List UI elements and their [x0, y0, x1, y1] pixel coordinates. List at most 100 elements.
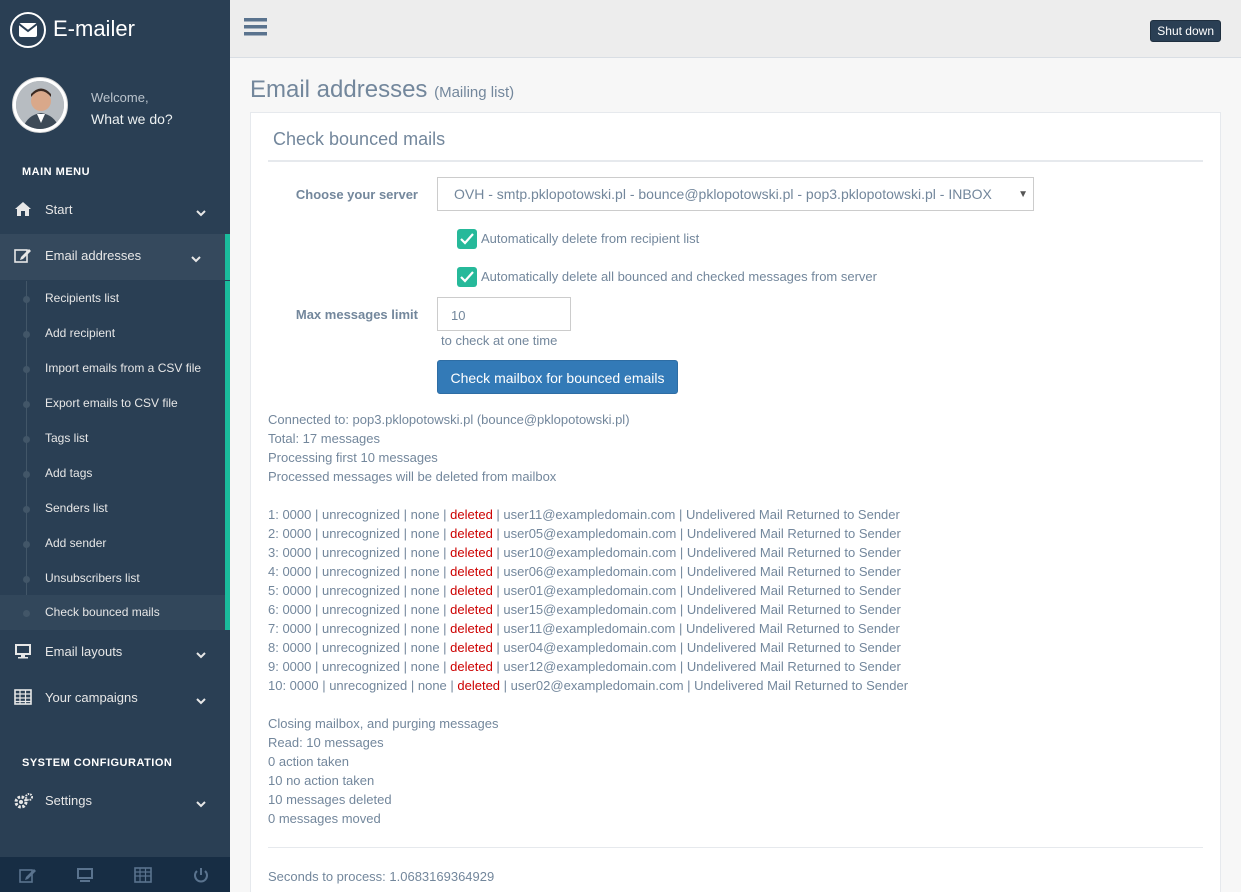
log-row: 3: 0000 | unrecognized | none | deleted … — [268, 543, 908, 562]
system-config-title: SYSTEM CONFIGURATION — [22, 757, 173, 769]
log-row: 4: 0000 | unrecognized | none | deleted … — [268, 562, 908, 581]
log-row: 9: 0000 | unrecognized | none | deleted … — [268, 657, 908, 676]
table-icon — [14, 689, 34, 707]
profile-name: What we do? — [91, 111, 173, 127]
log-row-pre: 2: 0000 | unrecognized | none | — [268, 526, 451, 541]
log-row-post: | user04@exampledomain.com | Undelivered… — [492, 640, 901, 655]
log-row-status: deleted — [450, 640, 493, 655]
edit-icon — [14, 247, 34, 265]
sidebar-item-start[interactable]: Start — [0, 188, 230, 234]
log-row-status: deleted — [450, 621, 493, 636]
log-row-post: | user01@exampledomain.com | Undelivered… — [492, 583, 901, 598]
bullet-icon — [23, 366, 30, 373]
log-row-post: | user11@exampledomain.com | Undelivered… — [492, 507, 900, 522]
server-label: Choose your server — [295, 187, 418, 202]
desktop-icon — [14, 643, 34, 661]
sidebar-item-your-campaigns[interactable]: Your campaigns — [0, 676, 230, 722]
bullet-icon — [23, 471, 30, 478]
log-row-status: deleted — [450, 564, 493, 579]
log-line: Processed messages will be deleted from … — [268, 469, 557, 484]
log-row: 2: 0000 | unrecognized | none | deleted … — [268, 524, 908, 543]
bullet-icon — [23, 296, 30, 303]
envelope-icon — [10, 12, 46, 48]
log-row-pre: 8: 0000 | unrecognized | none | — [268, 640, 451, 655]
log-row-post: | user15@exampledomain.com | Undelivered… — [492, 602, 901, 617]
process-time: Seconds to process: 1.0683169364929 — [268, 869, 495, 884]
page-subtitle: (Mailing list) — [434, 84, 515, 101]
sidebar-item-label: Email addresses — [45, 248, 142, 263]
app-title: E-mailer — [53, 16, 135, 41]
log-divider — [268, 847, 1203, 848]
panel-divider — [268, 160, 1203, 162]
home-icon — [14, 201, 34, 219]
chevron-down-icon — [196, 205, 206, 220]
chevron-down-icon — [196, 647, 206, 662]
check-mailbox-button[interactable]: Check mailbox for bounced emails — [437, 360, 678, 394]
bullet-icon — [23, 506, 30, 513]
log-row-pre: 9: 0000 | unrecognized | none | — [268, 659, 451, 674]
submenu-item-tags-list[interactable]: Tags list — [0, 421, 225, 456]
main-content: Email addresses (Mailing list) Check bou… — [230, 58, 1241, 892]
edit-icon[interactable] — [19, 867, 39, 883]
submenu-label: Check bounced mails — [45, 605, 160, 619]
server-select-value: OVH - smtp.pklopotowski.pl - bounce@pklo… — [454, 186, 992, 202]
log-row: 8: 0000 | unrecognized | none | deleted … — [268, 638, 908, 657]
sidebar-item-email-layouts[interactable]: Email layouts — [0, 630, 230, 676]
submenu-item-export-csv[interactable]: Export emails to CSV file — [0, 386, 225, 421]
submenu-label: Add sender — [45, 536, 107, 550]
server-select[interactable]: OVH - smtp.pklopotowski.pl - bounce@pklo… — [437, 177, 1034, 211]
log-row-pre: 6: 0000 | unrecognized | none | — [268, 602, 451, 617]
menu-toggle-icon[interactable] — [244, 16, 268, 40]
chevron-down-icon — [196, 796, 206, 811]
log-row-pre: 3: 0000 | unrecognized | none | — [268, 545, 451, 560]
max-messages-input[interactable]: 10 — [437, 297, 571, 331]
log-row-pre: 4: 0000 | unrecognized | none | — [268, 564, 451, 579]
submenu-label: Add recipient — [45, 326, 116, 340]
log-row-status: deleted — [450, 526, 493, 541]
submenu-label: Recipients list — [45, 291, 120, 305]
log-row-status: deleted — [450, 602, 493, 617]
sidebar-item-label: Start — [45, 202, 73, 217]
submenu-item-recipients-list[interactable]: Recipients list — [0, 281, 225, 316]
log-line: Read: 10 messages — [268, 735, 384, 750]
sidebar: E-mailer Welcome, What we do? MAIN MENU … — [0, 0, 230, 892]
checkbox-label: Automatically delete from recipient list — [481, 231, 700, 246]
shutdown-button[interactable]: Shut down — [1150, 20, 1221, 42]
sidebar-item-settings[interactable]: Settings — [0, 779, 230, 825]
submenu-item-add-sender[interactable]: Add sender — [0, 526, 225, 561]
submenu-label: Add tags — [45, 466, 93, 480]
table-icon[interactable] — [134, 867, 154, 883]
desktop-icon[interactable] — [76, 867, 96, 883]
app-logo[interactable]: E-mailer — [0, 0, 230, 58]
submenu-item-import-csv[interactable]: Import emails from a CSV file — [0, 351, 225, 386]
profile-avatar — [12, 77, 68, 133]
submenu-label: Export emails to CSV file — [45, 396, 178, 410]
submenu-label: Unsubscribers list — [45, 571, 140, 585]
submenu-item-check-bounced[interactable]: Check bounced mails — [0, 595, 225, 630]
checkbox-checked-icon[interactable] — [457, 267, 477, 287]
submenu-item-senders-list[interactable]: Senders list — [0, 491, 225, 526]
log-line: Processing first 10 messages — [268, 450, 438, 465]
log-row: 7: 0000 | unrecognized | none | deleted … — [268, 619, 908, 638]
log-line: Connected to: pop3.pklopotowski.pl (boun… — [268, 412, 630, 427]
log-row-pre: 1: 0000 | unrecognized | none | — [268, 507, 451, 522]
power-icon[interactable] — [192, 867, 212, 883]
log-row: 5: 0000 | unrecognized | none | deleted … — [268, 581, 908, 600]
log-row-pre: 5: 0000 | unrecognized | none | — [268, 583, 451, 598]
submenu-item-add-recipient[interactable]: Add recipient — [0, 316, 225, 351]
log-row-status: deleted — [450, 659, 493, 674]
log-row-post: | user11@exampledomain.com | Undelivered… — [492, 621, 900, 636]
panel-title: Check bounced mails — [273, 129, 446, 149]
submenu-label: Import emails from a CSV file — [45, 361, 202, 375]
bullet-icon — [23, 331, 30, 338]
submenu-item-unsubscribers-list[interactable]: Unsubscribers list — [0, 561, 225, 596]
log-row-post: | user05@exampledomain.com | Undelivered… — [492, 526, 901, 541]
main-menu-title: MAIN MENU — [22, 166, 91, 178]
sidebar-item-email-addresses[interactable]: Email addresses — [0, 234, 230, 280]
top-navbar: Shut down — [230, 0, 1241, 58]
sidebar-footer — [0, 857, 230, 892]
checkbox-checked-icon[interactable] — [457, 229, 477, 249]
log-row-post: | user06@exampledomain.com | Undelivered… — [492, 564, 901, 579]
log-row-post: | user10@exampledomain.com | Undelivered… — [492, 545, 901, 560]
submenu-item-add-tags[interactable]: Add tags — [0, 456, 225, 491]
